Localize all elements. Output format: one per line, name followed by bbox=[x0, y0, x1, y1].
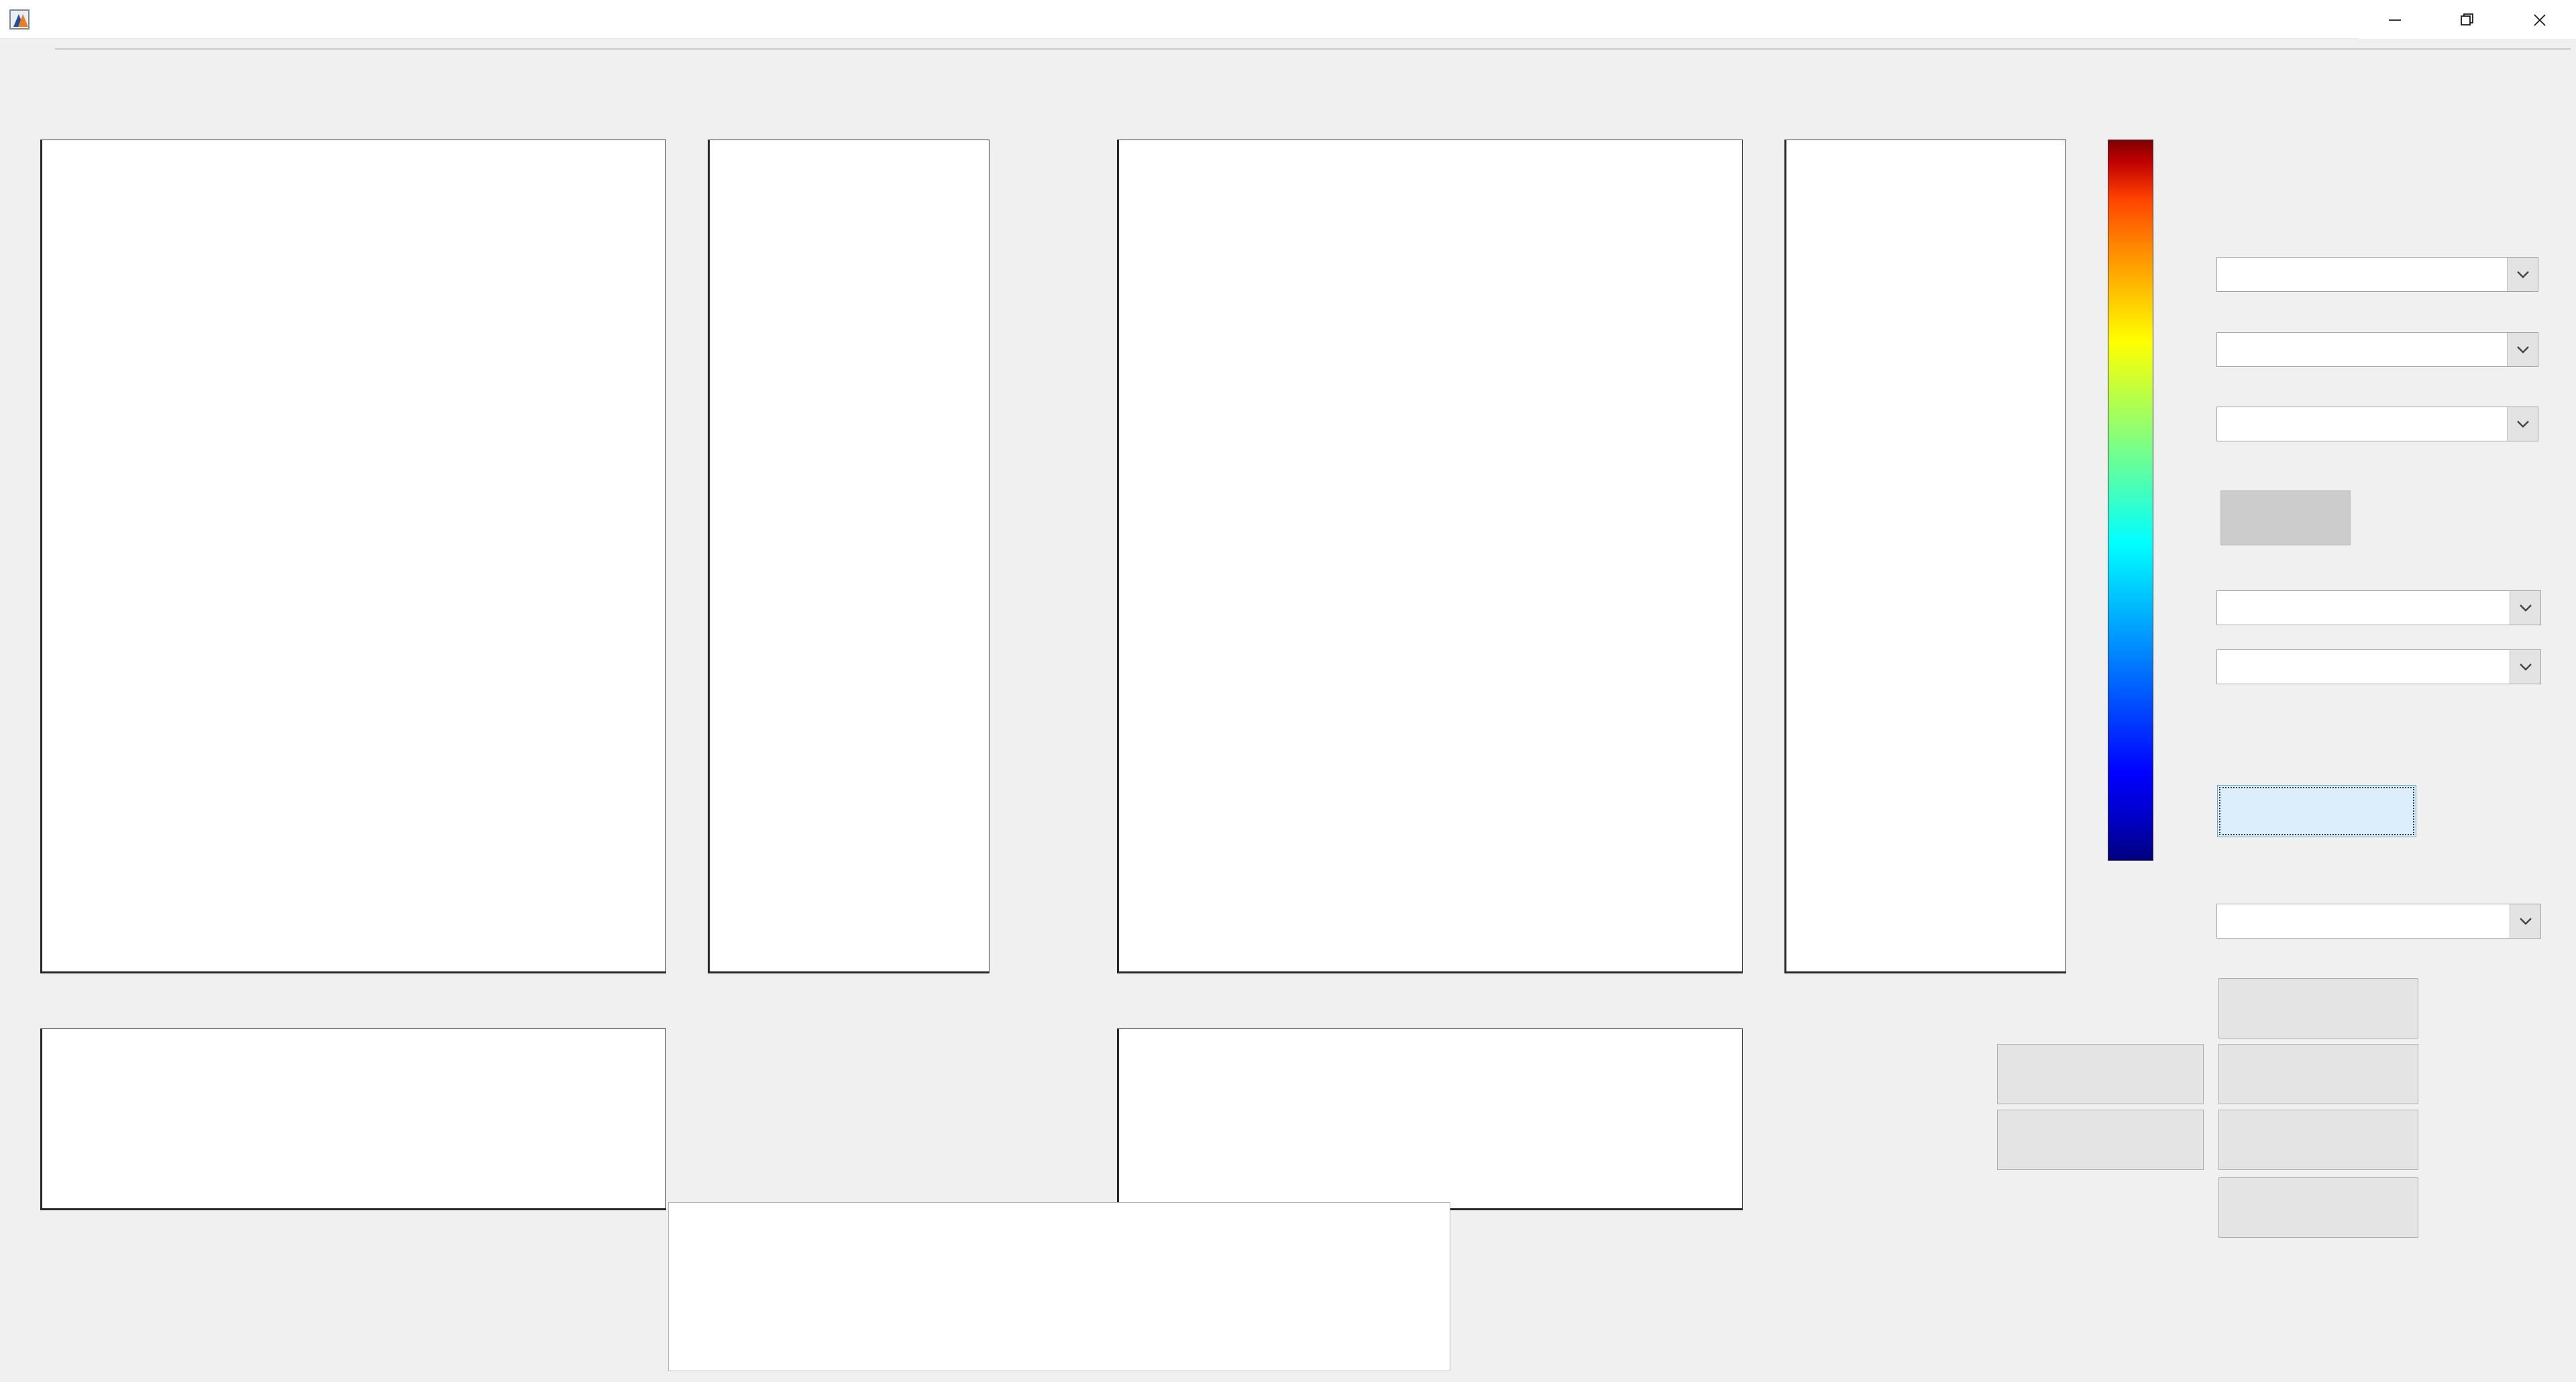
update-color-scheme-button[interactable] bbox=[2217, 785, 2416, 837]
export-right-model-button[interactable] bbox=[1997, 1110, 2204, 1170]
group-b-select[interactable] bbox=[2216, 407, 2538, 441]
menu-separator bbox=[55, 48, 2571, 50]
plot-basalt-profile[interactable] bbox=[40, 1028, 666, 1210]
window-controls bbox=[2359, 0, 2576, 39]
chevron-down-icon bbox=[2507, 258, 2538, 291]
plot-flint-side[interactable] bbox=[1784, 140, 2066, 973]
plot-flint-profile[interactable] bbox=[1117, 1028, 1743, 1210]
export-right-figure-button[interactable] bbox=[2218, 1110, 2418, 1170]
application-window bbox=[0, 0, 2576, 1382]
plot-basalt-side[interactable] bbox=[708, 140, 989, 973]
export-left-figure-button[interactable] bbox=[2218, 1044, 2418, 1104]
export-left-model-button[interactable] bbox=[1997, 1044, 2204, 1104]
view-select[interactable] bbox=[2216, 904, 2541, 939]
chevron-down-icon bbox=[2510, 650, 2540, 684]
group-a-select[interactable] bbox=[2216, 332, 2538, 367]
colorbar-gradient bbox=[2108, 140, 2153, 861]
minimize-button[interactable] bbox=[2359, 0, 2431, 39]
title-bar bbox=[0, 0, 2576, 39]
chevron-down-icon bbox=[2510, 904, 2540, 938]
maximize-restore-button[interactable] bbox=[2431, 0, 2504, 39]
chevron-down-icon bbox=[2507, 407, 2538, 441]
variance-select[interactable] bbox=[2216, 590, 2541, 625]
main-panel bbox=[0, 60, 2576, 1382]
close-button[interactable] bbox=[2504, 0, 2576, 39]
export-table-button[interactable] bbox=[2218, 1177, 2418, 1238]
plot-basalt-face-a[interactable] bbox=[40, 140, 666, 973]
matlab-icon bbox=[9, 9, 30, 30]
export-both-button[interactable] bbox=[2218, 978, 2418, 1039]
chevron-down-icon bbox=[2507, 333, 2538, 366]
axis-select[interactable] bbox=[2216, 649, 2541, 684]
chevron-down-icon bbox=[2510, 591, 2540, 625]
summary-table-panel bbox=[668, 1202, 1450, 1371]
plot-flint-face-a[interactable] bbox=[1117, 140, 1743, 973]
attribute-select[interactable] bbox=[2216, 257, 2538, 292]
go-button[interactable] bbox=[2220, 490, 2351, 545]
